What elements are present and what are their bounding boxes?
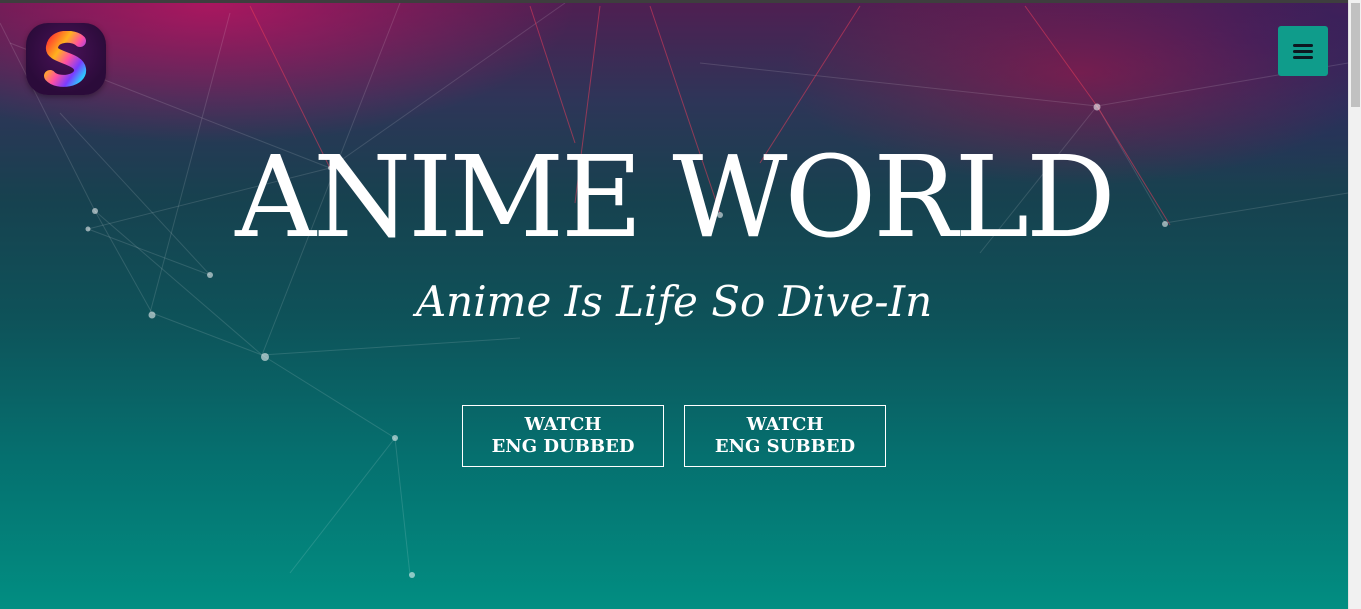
tagline: Anime Is Life So Dive-In	[415, 277, 933, 326]
watch-eng-dubbed-button[interactable]: WATCH ENG DUBBED	[462, 405, 664, 467]
hamburger-menu-icon	[1293, 43, 1313, 59]
browser-viewport: ANIME WORLD Anime Is Life So Dive-In WAT…	[0, 0, 1361, 609]
s-logo-icon	[44, 31, 86, 87]
vertical-scrollbar[interactable]	[1348, 0, 1361, 609]
site-logo[interactable]	[26, 23, 106, 95]
menu-button[interactable]	[1278, 26, 1328, 76]
page-title: ANIME WORLD	[235, 133, 1116, 263]
button-label-line1: WATCH	[524, 414, 602, 435]
button-label-line1: WATCH	[746, 414, 824, 435]
scrollbar-thumb[interactable]	[1351, 3, 1360, 107]
watch-eng-subbed-button[interactable]: WATCH ENG SUBBED	[684, 405, 886, 467]
button-label-line2: ENG DUBBED	[491, 436, 635, 457]
button-label-line2: ENG SUBBED	[714, 436, 856, 457]
top-border	[0, 0, 1348, 3]
hero-section: ANIME WORLD Anime Is Life So Dive-In WAT…	[0, 3, 1348, 609]
